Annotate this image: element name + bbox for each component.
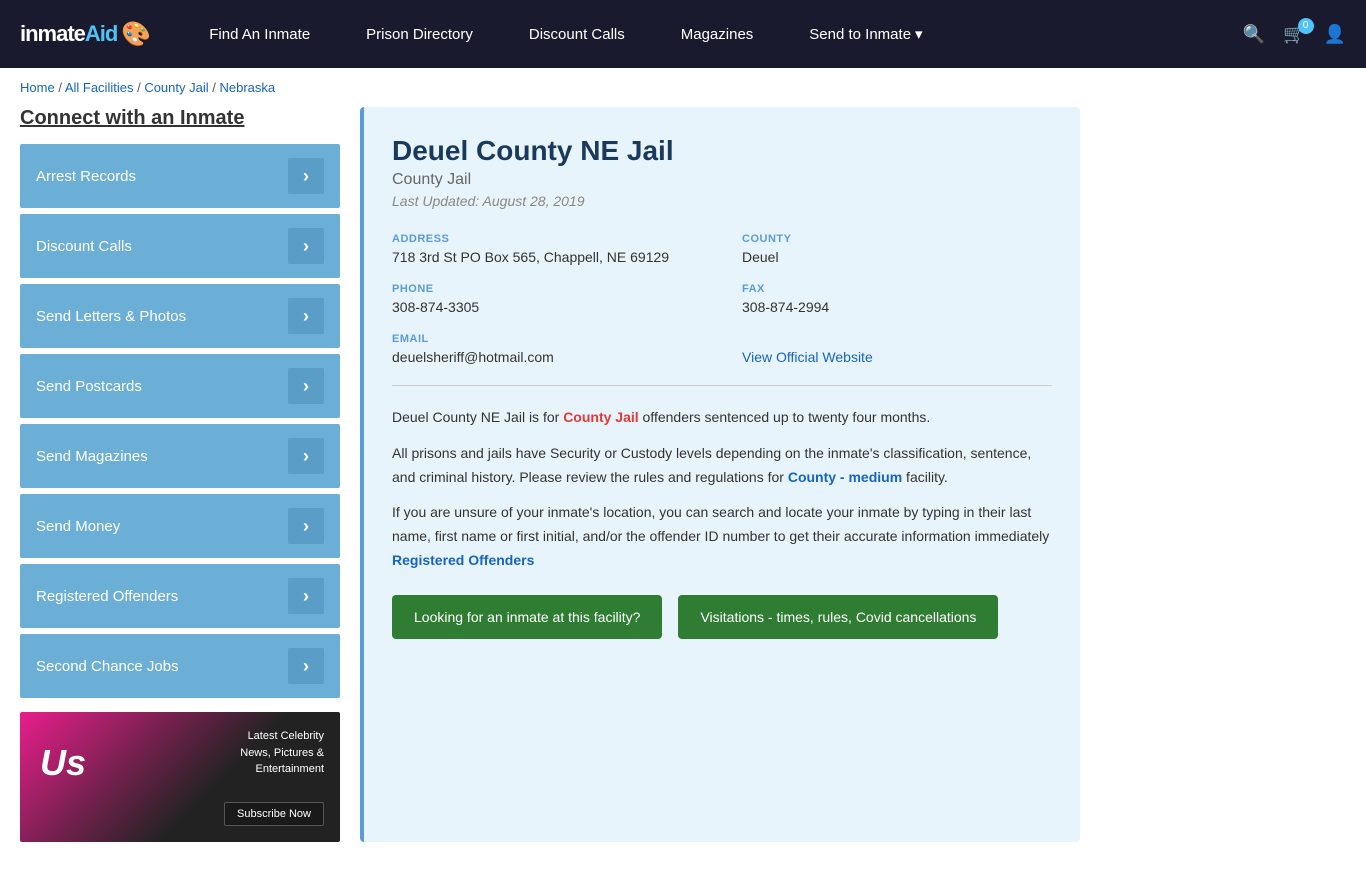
sidebar-item-second-chance-jobs[interactable]: Second Chance Jobs › [20, 634, 340, 698]
description-3: If you are unsure of your inmate's locat… [392, 501, 1052, 572]
sidebar-ad[interactable]: Us Latest Celebrity News, Pictures & Ent… [20, 712, 340, 842]
search-button[interactable]: 🔍 [1243, 24, 1265, 45]
chevron-down-icon: ▾ [915, 25, 923, 43]
user-button[interactable]: 👤 [1324, 24, 1346, 45]
breadcrumb-all-facilities[interactable]: All Facilities [65, 80, 134, 95]
chevron-right-icon: › [288, 648, 324, 684]
breadcrumb-home[interactable]: Home [20, 80, 55, 95]
main-container: Connect with an Inmate Arrest Records › … [0, 107, 1100, 882]
chevron-right-icon: › [288, 438, 324, 474]
county-block: COUNTY Deuel [742, 233, 1052, 265]
facility-updated: Last Updated: August 28, 2019 [392, 193, 1052, 209]
ad-subscribe-button[interactable]: Subscribe Now [224, 802, 324, 826]
address-block: ADDRESS 718 3rd St PO Box 565, Chappell,… [392, 233, 702, 265]
sidebar-item-send-magazines[interactable]: Send Magazines › [20, 424, 340, 488]
facility-type: County Jail [392, 171, 1052, 189]
visitations-button[interactable]: Visitations - times, rules, Covid cancel… [678, 595, 998, 639]
chevron-right-icon: › [288, 228, 324, 264]
sidebar-item-send-letters[interactable]: Send Letters & Photos › [20, 284, 340, 348]
facility-content: Deuel County NE Jail County Jail Last Up… [360, 107, 1080, 842]
cart-badge: 0 [1298, 18, 1314, 34]
sidebar: Connect with an Inmate Arrest Records › … [20, 107, 340, 842]
facility-name: Deuel County NE Jail [392, 135, 1052, 167]
logo-text: inmateAid [20, 21, 117, 47]
sidebar-item-registered-offenders[interactable]: Registered Offenders › [20, 564, 340, 628]
breadcrumb-county-jail[interactable]: County Jail [144, 80, 208, 95]
breadcrumb: Home / All Facilities / County Jail / Ne… [0, 68, 1366, 107]
facility-info-grid: ADDRESS 718 3rd St PO Box 565, Chappell,… [392, 233, 1052, 365]
sidebar-title: Connect with an Inmate [20, 107, 340, 130]
chevron-right-icon: › [288, 298, 324, 334]
sidebar-item-send-money[interactable]: Send Money › [20, 494, 340, 558]
sidebar-item-send-postcards[interactable]: Send Postcards › [20, 354, 340, 418]
logo[interactable]: inmateAid 🎨 [20, 20, 151, 49]
county-jail-link[interactable]: County Jail [563, 409, 638, 425]
breadcrumb-state[interactable]: Nebraska [219, 80, 275, 95]
website-block: WEBSITE View Official Website [742, 333, 1052, 365]
chevron-right-icon: › [288, 158, 324, 194]
ad-logo: Us [40, 742, 86, 784]
sidebar-item-arrest-records[interactable]: Arrest Records › [20, 144, 340, 208]
description-2: All prisons and jails have Security or C… [392, 442, 1052, 490]
cart-button[interactable]: 🛒 0 [1283, 24, 1305, 45]
county-medium-link[interactable]: County - medium [788, 469, 902, 485]
nav-send-to-inmate[interactable]: Send to Inmate ▾ [781, 0, 950, 68]
nav-prison-directory[interactable]: Prison Directory [338, 0, 501, 68]
phone-block: PHONE 308-874-3305 [392, 283, 702, 315]
view-official-website-link[interactable]: View Official Website [742, 349, 873, 365]
nav-discount-calls[interactable]: Discount Calls [501, 0, 653, 68]
divider [392, 385, 1052, 386]
registered-offenders-link[interactable]: Registered Offenders [392, 552, 534, 568]
action-buttons: Looking for an inmate at this facility? … [392, 595, 1052, 639]
chevron-right-icon: › [288, 368, 324, 404]
nav-links: Find An Inmate Prison Directory Discount… [181, 0, 1242, 68]
chevron-right-icon: › [288, 578, 324, 614]
nav-magazines[interactable]: Magazines [653, 0, 782, 68]
navigation: inmateAid 🎨 Find An Inmate Prison Direct… [0, 0, 1366, 68]
email-block: EMAIL deuelsheriff@hotmail.com [392, 333, 702, 365]
description-1: Deuel County NE Jail is for County Jail … [392, 406, 1052, 430]
looking-for-inmate-button[interactable]: Looking for an inmate at this facility? [392, 595, 662, 639]
fax-block: FAX 308-874-2994 [742, 283, 1052, 315]
sidebar-item-discount-calls[interactable]: Discount Calls › [20, 214, 340, 278]
chevron-right-icon: › [288, 508, 324, 544]
nav-find-inmate[interactable]: Find An Inmate [181, 0, 338, 68]
ad-text: Latest Celebrity News, Pictures & Entert… [240, 728, 324, 778]
nav-icons: 🔍 🛒 0 👤 [1243, 24, 1346, 45]
